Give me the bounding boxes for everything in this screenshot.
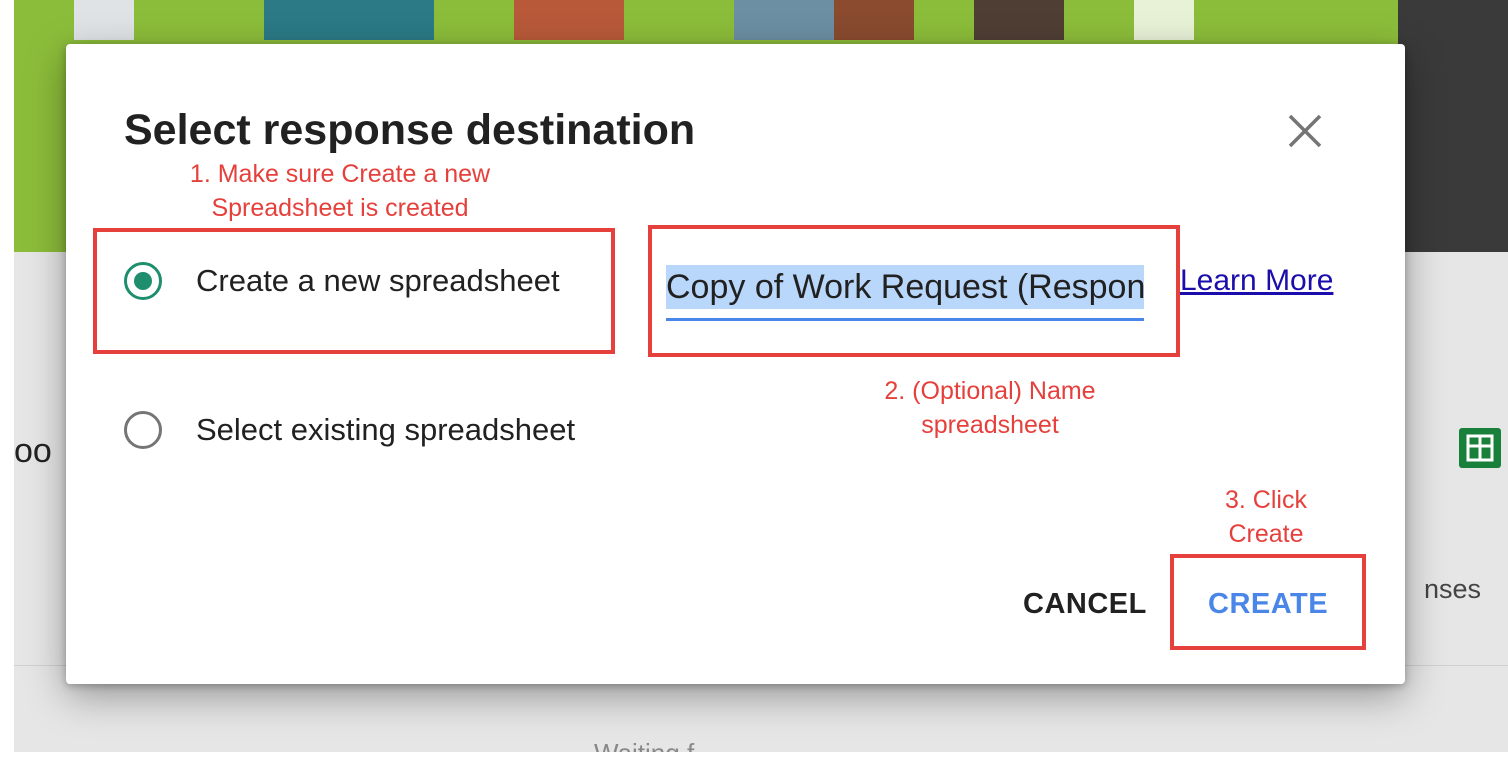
annotation-box-create-new	[93, 228, 615, 354]
banner-decoration	[734, 0, 834, 40]
banner-decoration	[514, 0, 624, 40]
learn-more-link[interactable]: Learn More	[1180, 264, 1333, 298]
dialog-title: Select response destination	[124, 106, 696, 154]
annotation-step-3: 3. Click Create	[1225, 486, 1307, 548]
banner-decoration	[1134, 0, 1194, 40]
annotation-step-2: 2. (Optional) Name spreadsheet	[884, 377, 1096, 439]
annotation-step-1: 1. Make sure Create a new Spreadsheet is…	[189, 160, 491, 222]
annotation-box-spreadsheet-name	[648, 225, 1180, 357]
background-title-fragment: oo	[14, 432, 52, 470]
close-button[interactable]	[1282, 108, 1328, 154]
background-responses-fragment: nses	[1424, 574, 1482, 604]
banner-decoration	[834, 0, 914, 40]
option-select-existing-spreadsheet[interactable]: Select existing spreadsheet	[124, 411, 575, 449]
banner-road	[1398, 0, 1508, 252]
close-icon	[1288, 114, 1322, 148]
sheets-icon	[1459, 428, 1501, 468]
option-label: Select existing spreadsheet	[196, 412, 576, 447]
banner-decoration	[974, 0, 1064, 40]
banner-decoration	[264, 0, 434, 40]
background-bottom-fragment: Waiting f...	[594, 738, 716, 752]
annotation-box-create-button	[1170, 554, 1366, 650]
banner-decoration	[74, 0, 134, 40]
cancel-button[interactable]: CANCEL	[1023, 588, 1147, 621]
radio-button-unselected[interactable]	[124, 411, 162, 449]
